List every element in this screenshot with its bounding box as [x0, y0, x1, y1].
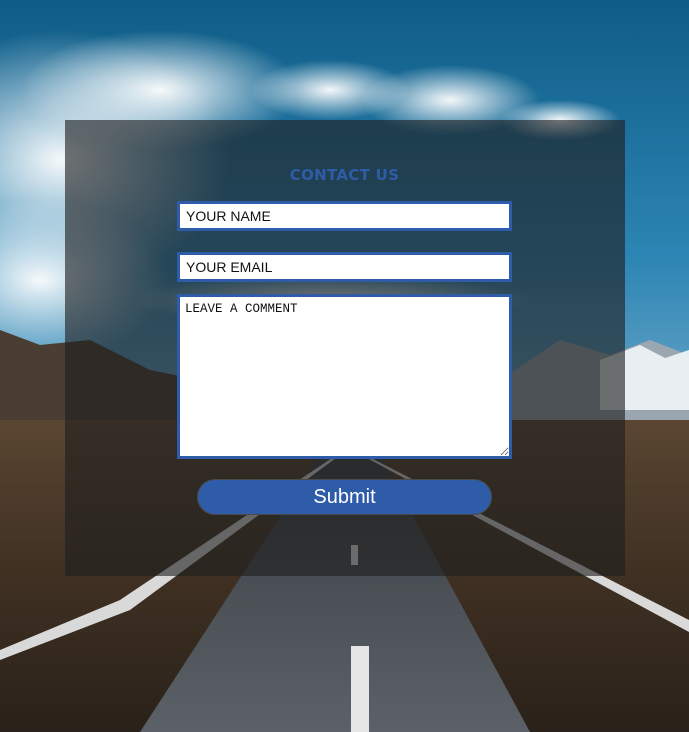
submit-button[interactable]: Submit: [197, 479, 492, 515]
name-input[interactable]: [177, 201, 512, 231]
contact-page: CONTACT US Submit: [0, 0, 689, 732]
email-input[interactable]: [177, 252, 512, 282]
form-title: CONTACT US: [289, 166, 400, 184]
comment-textarea[interactable]: [177, 294, 512, 459]
